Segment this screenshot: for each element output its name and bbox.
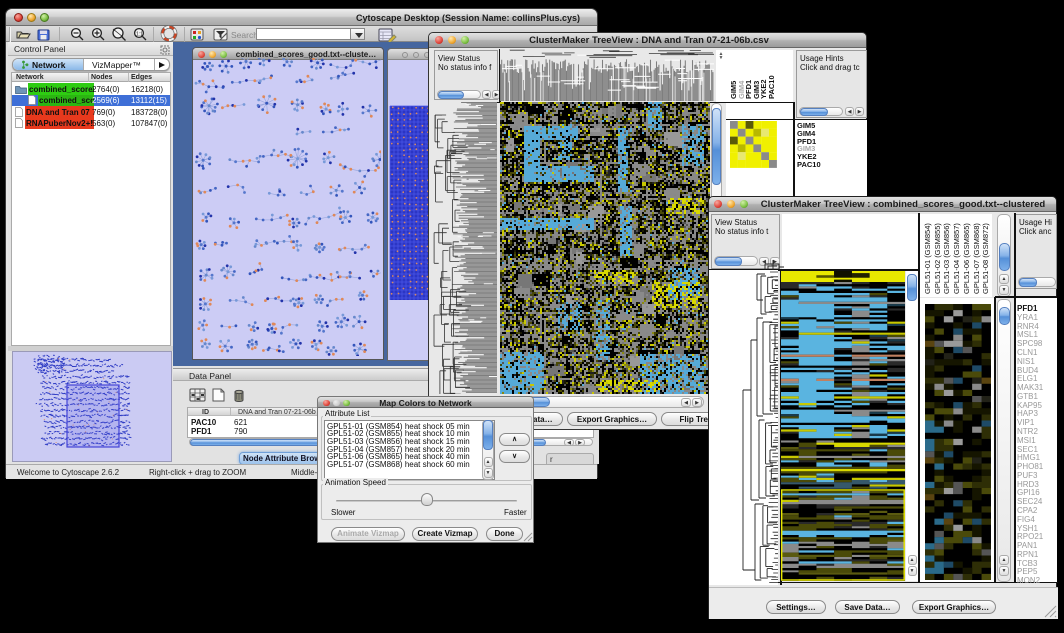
svg-text:1:1: 1:1 bbox=[136, 32, 143, 38]
